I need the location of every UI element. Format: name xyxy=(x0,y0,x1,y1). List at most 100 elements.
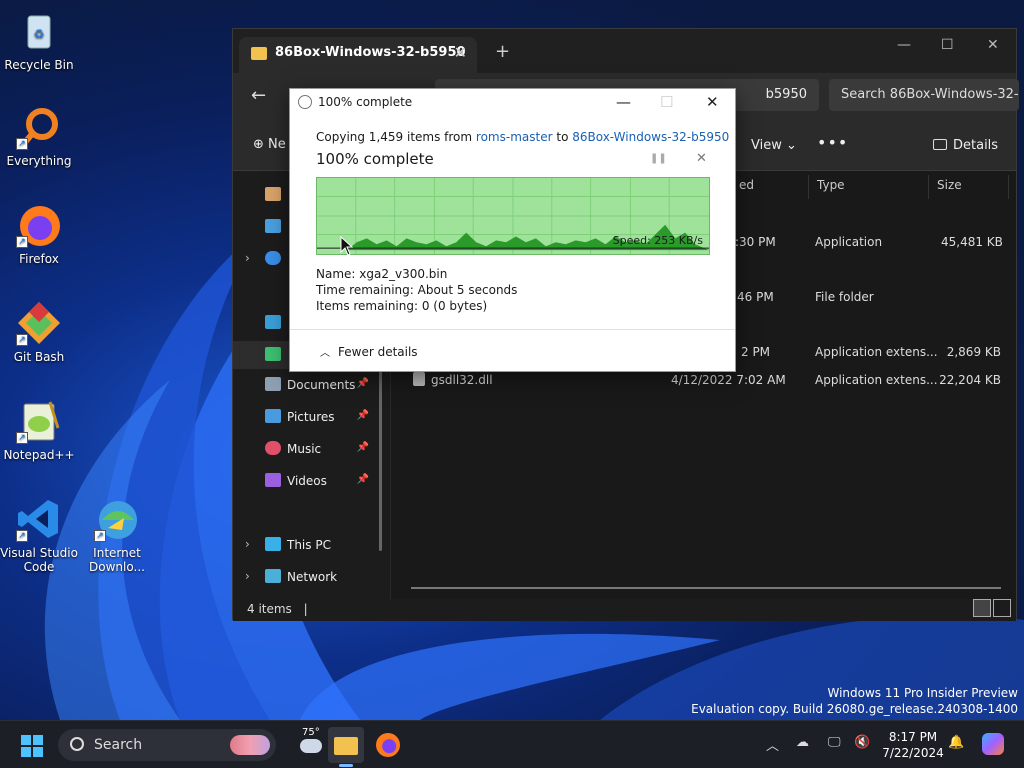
pin-icon: 📌 xyxy=(356,442,369,453)
details-view-toggle-icon[interactable] xyxy=(973,599,991,617)
nav-label: Videos xyxy=(287,474,327,488)
column-header-size[interactable]: Size xyxy=(929,175,1009,199)
nav-item-network[interactable]: › Network xyxy=(233,563,383,591)
weather-temperature: 75° xyxy=(302,727,320,738)
new-tab-button[interactable]: + xyxy=(495,41,510,62)
fewer-details-button[interactable]: ︿ Fewer details xyxy=(320,344,418,359)
explorer-titlebar[interactable]: 86Box-Windows-32-b5950 ✕ + — ☐ ✕ xyxy=(233,29,1016,73)
folder-icon xyxy=(334,737,358,755)
column-header-label: ed xyxy=(739,178,754,192)
clock-icon xyxy=(298,95,312,109)
pause-button[interactable]: ❚❚ xyxy=(650,153,667,164)
onedrive-offline-icon[interactable]: ☁ xyxy=(796,735,809,750)
close-tab-icon[interactable]: ✕ xyxy=(454,43,467,62)
watermark-line-2: Evaluation copy. Build 26080.ge_release.… xyxy=(691,702,1018,716)
maximize-button[interactable]: ☐ xyxy=(941,37,954,53)
items-remaining: Items remaining: 0 (0 bytes) xyxy=(316,299,488,313)
shortcut-arrow-icon: ↗ xyxy=(16,334,28,346)
chevron-right-icon[interactable]: › xyxy=(245,569,250,583)
clock-date: 7/22/2024 xyxy=(882,746,944,760)
cancel-copy-button[interactable]: ✕ xyxy=(696,151,707,166)
back-arrow-icon[interactable]: ← xyxy=(251,85,266,106)
row-type: Application extens... xyxy=(815,345,938,359)
source-folder-link[interactable]: roms-master xyxy=(476,130,553,144)
nav-label: Pictures xyxy=(287,410,335,424)
destination-folder-link[interactable]: 86Box-Windows-32-b5950 xyxy=(572,130,729,144)
progress-label: 100% complete xyxy=(316,150,434,168)
desktop-icon-vscode[interactable]: ↗ Visual Studio Code xyxy=(0,496,78,574)
folder-icon xyxy=(251,47,267,60)
close-window-button[interactable]: ✕ xyxy=(987,37,999,53)
search-input[interactable]: Search 86Box-Windows-32-b xyxy=(829,79,1019,111)
volume-muted-icon[interactable]: 🔇 xyxy=(854,735,870,750)
row-modified: 46 PM xyxy=(737,290,774,304)
details-button[interactable]: Details xyxy=(933,138,998,153)
transfer-speed-graph: Speed: 253 KB/s xyxy=(316,177,710,255)
chevron-down-icon: ⌄ xyxy=(781,138,797,153)
notification-bell-icon[interactable]: 🔔 xyxy=(948,735,964,750)
copying-summary: Copying 1,459 items from roms-master to … xyxy=(316,130,729,144)
nav-item-videos[interactable]: Videos 📌 xyxy=(233,467,383,495)
nav-label: Network xyxy=(287,570,338,584)
svg-text:♻: ♻ xyxy=(34,27,45,41)
horizontal-scrollbar[interactable] xyxy=(411,587,1001,589)
nav-item-pictures[interactable]: Pictures 📌 xyxy=(233,403,383,431)
status-separator: | xyxy=(303,602,308,616)
show-hidden-icons-chevron-icon[interactable]: ︿ xyxy=(766,735,779,754)
more-options-icon[interactable]: ••• xyxy=(817,133,848,152)
windows-start-icon[interactable] xyxy=(20,734,44,758)
row-size: 2,869 KB xyxy=(946,345,1001,359)
desktop-icon-everything[interactable]: ↗ Everything xyxy=(0,104,78,168)
nav-label: Music xyxy=(287,442,322,456)
chevron-right-icon[interactable]: › xyxy=(245,251,250,265)
minimize-button[interactable]: — xyxy=(897,37,911,53)
search-highlight-icon xyxy=(230,735,270,755)
notepad-plus-icon: ↗ xyxy=(16,398,62,444)
copy-progress-dialog[interactable]: 100% complete — ☐ ✕ Copying 1,459 items … xyxy=(289,88,736,372)
mouse-cursor-icon xyxy=(340,236,354,256)
gallery-icon xyxy=(265,219,281,233)
taskbar-firefox[interactable] xyxy=(370,727,406,763)
view-button[interactable]: View ⌄ xyxy=(751,138,797,153)
taskbar-file-explorer[interactable] xyxy=(328,727,364,763)
dialog-minimize-button[interactable]: — xyxy=(616,93,631,111)
desktop-icon-recycle-bin[interactable]: ♻ Recycle Bin xyxy=(0,8,78,72)
pictures-icon xyxy=(265,409,281,423)
copilot-icon[interactable] xyxy=(982,733,1004,755)
chevron-up-icon: ︿ xyxy=(320,348,330,359)
shortcut-arrow-icon: ↗ xyxy=(94,530,106,542)
row-size: 45,481 KB xyxy=(941,235,1003,249)
chevron-right-icon[interactable]: › xyxy=(245,537,250,551)
taskbar-clock[interactable]: 8:17 PM 7/22/2024 xyxy=(880,729,946,761)
dialog-close-button[interactable]: ✕ xyxy=(706,93,719,111)
desktop-icon-git-bash[interactable]: ↗ Git Bash xyxy=(0,300,78,364)
taskbar-search-box[interactable]: Search xyxy=(58,729,276,761)
copying-prefix: Copying 1,459 items from xyxy=(316,130,473,144)
dialog-divider xyxy=(290,329,735,330)
status-bar: 4 items | xyxy=(233,599,1016,621)
dialog-title: 100% complete xyxy=(318,95,413,109)
column-header-type[interactable]: Type xyxy=(809,175,929,199)
nav-item-documents[interactable]: Documents 📌 xyxy=(233,371,383,399)
nav-item-this-pc[interactable]: › This PC xyxy=(233,531,383,559)
shortcut-arrow-icon: ↗ xyxy=(16,530,28,542)
new-button-label: Ne xyxy=(268,137,286,152)
column-header-date-modified[interactable]: ed xyxy=(731,175,809,199)
explorer-tab[interactable]: 86Box-Windows-32-b5950 ✕ xyxy=(239,37,477,73)
home-icon xyxy=(265,187,281,201)
display-icon[interactable]: 🖵 xyxy=(828,735,841,750)
weather-widget[interactable]: 75° xyxy=(300,727,326,763)
nav-item-music[interactable]: Music 📌 xyxy=(233,435,383,463)
new-button[interactable]: ⊕ Ne xyxy=(253,137,286,152)
desktop-icon-notepad-plus[interactable]: ↗ Notepad++ xyxy=(0,398,78,462)
row-type: File folder xyxy=(815,290,874,304)
taskbar: Search 75° ︿ ☁ 🖵 🔇 8:17 PM 7/22/2024 🔔 xyxy=(0,720,1024,768)
desktop-icon-label: Everything xyxy=(6,154,72,168)
network-icon xyxy=(265,569,281,583)
idm-globe-icon: ↗ xyxy=(94,496,140,542)
desktop-icon-internet-download-manager[interactable]: ↗ Internet Downlo... xyxy=(78,496,156,574)
dialog-maximize-button: ☐ xyxy=(660,93,674,111)
desktop-icon-firefox[interactable]: ↗ Firefox xyxy=(0,202,78,266)
tiles-view-toggle-icon[interactable] xyxy=(993,599,1011,617)
column-header-label: Size xyxy=(937,178,962,192)
